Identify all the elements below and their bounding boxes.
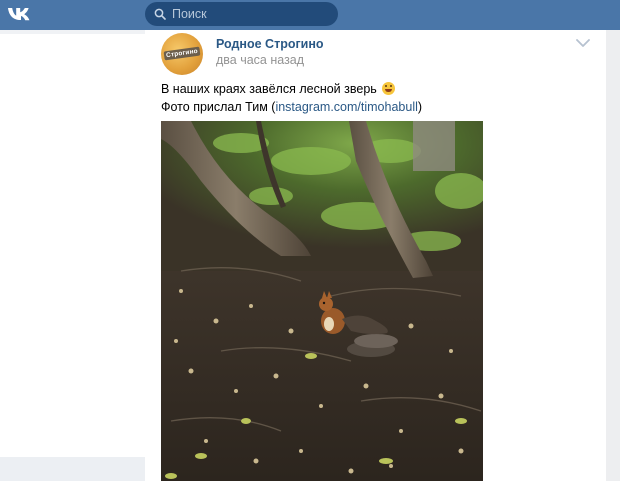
vk-logo-icon[interactable] xyxy=(6,4,34,24)
top-bar: Поиск xyxy=(0,0,620,30)
instagram-link[interactable]: instagram.com/timohabull xyxy=(275,100,417,114)
grinning-face-icon xyxy=(382,82,396,95)
post-text: В наших краях завёлся лесной зверь Фото … xyxy=(161,80,591,116)
squirrel-photo-illustration xyxy=(161,121,483,481)
right-gutter xyxy=(606,30,620,481)
post-text-main: В наших краях завёлся лесной зверь xyxy=(161,82,377,96)
left-panel xyxy=(0,30,145,481)
search-icon xyxy=(154,8,166,20)
group-name-link[interactable]: Родное Строгино xyxy=(216,37,324,51)
group-avatar[interactable]: Строгино xyxy=(161,33,203,75)
post-text-credit-end: ) xyxy=(417,100,423,114)
wall-post: Строгино Родное Строгино два часа назад … xyxy=(145,30,606,481)
avatar-label: Строгино xyxy=(163,46,201,61)
post-text-line-2: Фото прислал Тим (instagram.com/timohabu… xyxy=(161,98,591,116)
left-panel-footer xyxy=(0,457,145,481)
post-time[interactable]: два часа назад xyxy=(216,53,304,67)
chevron-down-icon[interactable] xyxy=(576,38,590,48)
search-placeholder: Поиск xyxy=(172,7,207,21)
post-text-credit: Фото прислал Тим ( xyxy=(161,100,276,114)
search-input[interactable]: Поиск xyxy=(145,2,338,26)
post-photo[interactable] xyxy=(161,121,483,481)
post-text-line-1: В наших краях завёлся лесной зверь xyxy=(161,80,591,98)
